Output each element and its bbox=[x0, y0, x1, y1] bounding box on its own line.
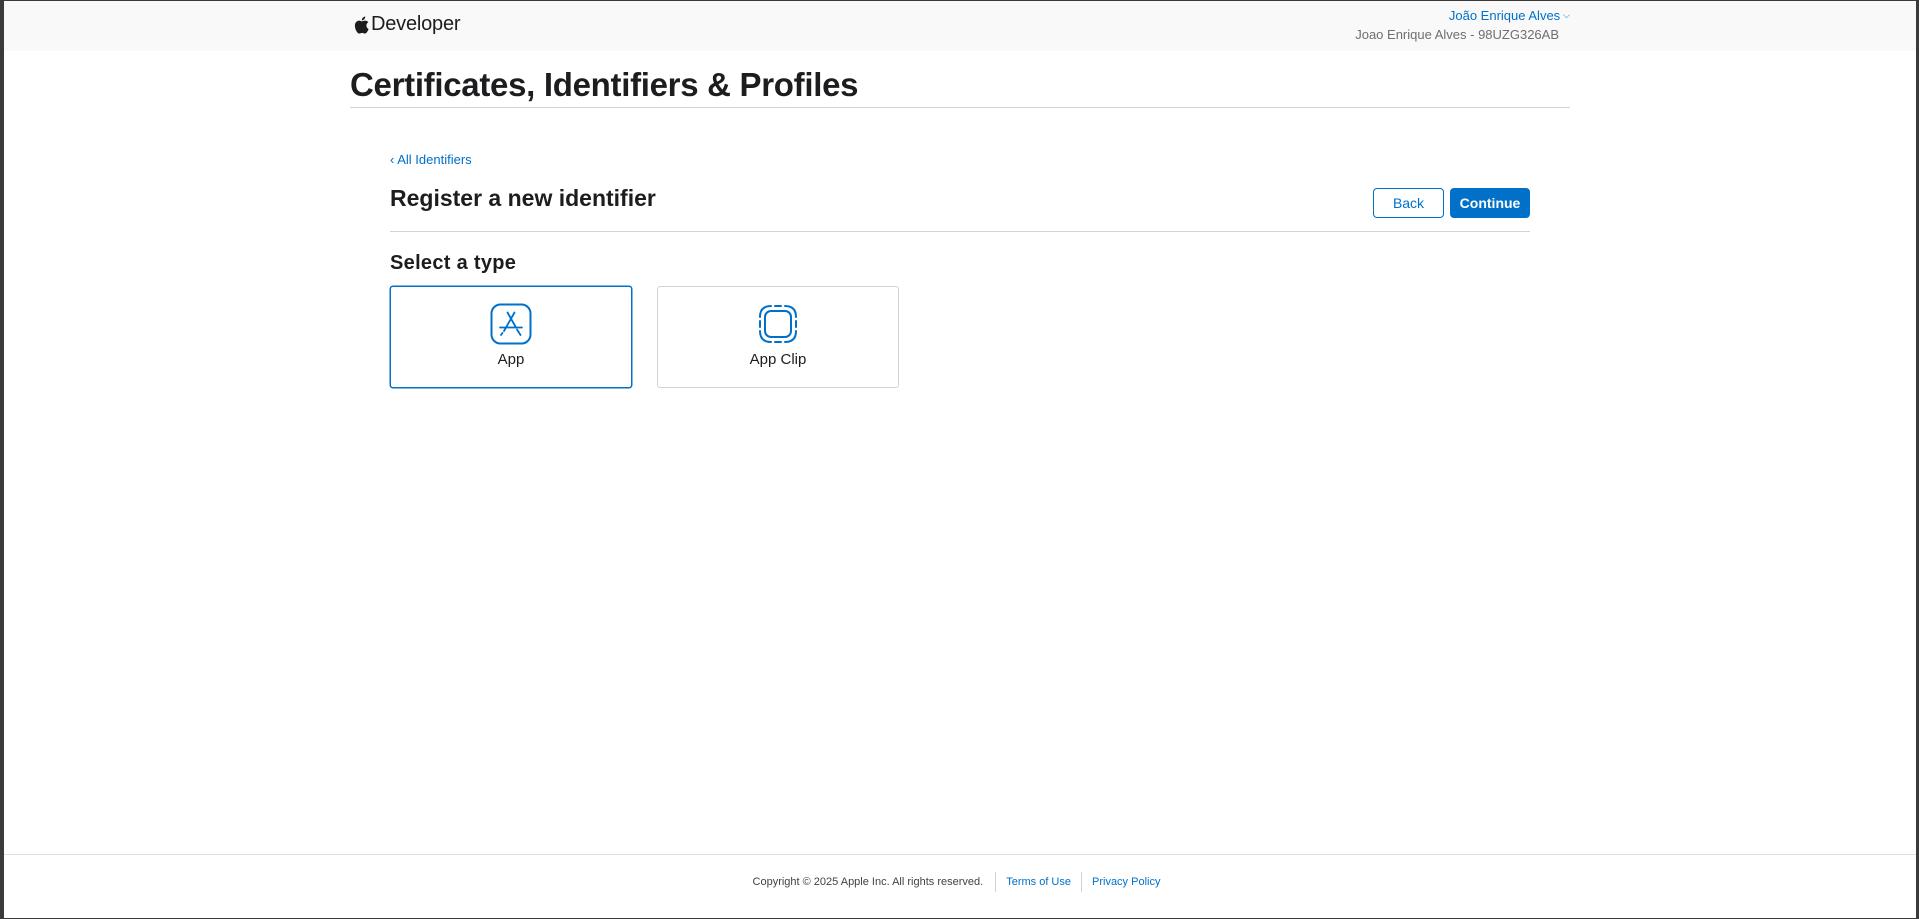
chevron-down-icon: ⌵ bbox=[1563, 10, 1570, 20]
app-store-icon bbox=[490, 303, 532, 345]
window-frame bbox=[0, 0, 1919, 919]
account-team-id: Joao Enrique Alves - 98UZG326AB bbox=[1355, 27, 1559, 42]
type-label-app: App bbox=[497, 351, 525, 368]
type-card-app-clip[interactable]: App Clip bbox=[657, 286, 899, 388]
section-heading: Register a new identifier bbox=[390, 185, 656, 211]
copyright-text: Copyright © 2025 Apple Inc. All rights r… bbox=[752, 876, 984, 888]
account-name: João Enrique Alves bbox=[1448, 8, 1561, 23]
select-type-label: Select a type bbox=[390, 252, 517, 274]
footer: Copyright © 2025 Apple Inc. All rights r… bbox=[0, 872, 1919, 892]
account-name-button[interactable]: João Enrique Alves ⌵ bbox=[1449, 8, 1570, 23]
footer-divider bbox=[4, 854, 1916, 855]
all-identifiers-link[interactable]: ‹ All Identifiers bbox=[390, 152, 472, 167]
heading-divider bbox=[390, 231, 1530, 232]
type-card-app[interactable]: App bbox=[390, 286, 632, 388]
page-title: Certificates, Identifiers & Profiles bbox=[350, 66, 859, 103]
apple-logo-icon bbox=[354, 16, 369, 34]
privacy-policy-link[interactable]: Privacy Policy bbox=[1082, 876, 1170, 888]
terms-of-use-link[interactable]: Terms of Use bbox=[996, 876, 1081, 888]
type-label-app-clip: App Clip bbox=[749, 351, 807, 368]
back-button[interactable]: Back bbox=[1373, 188, 1444, 218]
brand-text: Developer bbox=[371, 13, 461, 35]
continue-button[interactable]: Continue bbox=[1450, 188, 1530, 218]
developer-logo[interactable]: Developer bbox=[354, 13, 461, 36]
global-header: Developer João Enrique Alves ⌵ Joao Enri… bbox=[4, 1, 1916, 51]
title-divider bbox=[350, 107, 1570, 108]
account-menu[interactable]: João Enrique Alves ⌵ Joao Enrique Alves … bbox=[1355, 7, 1570, 42]
app-clip-icon bbox=[759, 305, 797, 343]
